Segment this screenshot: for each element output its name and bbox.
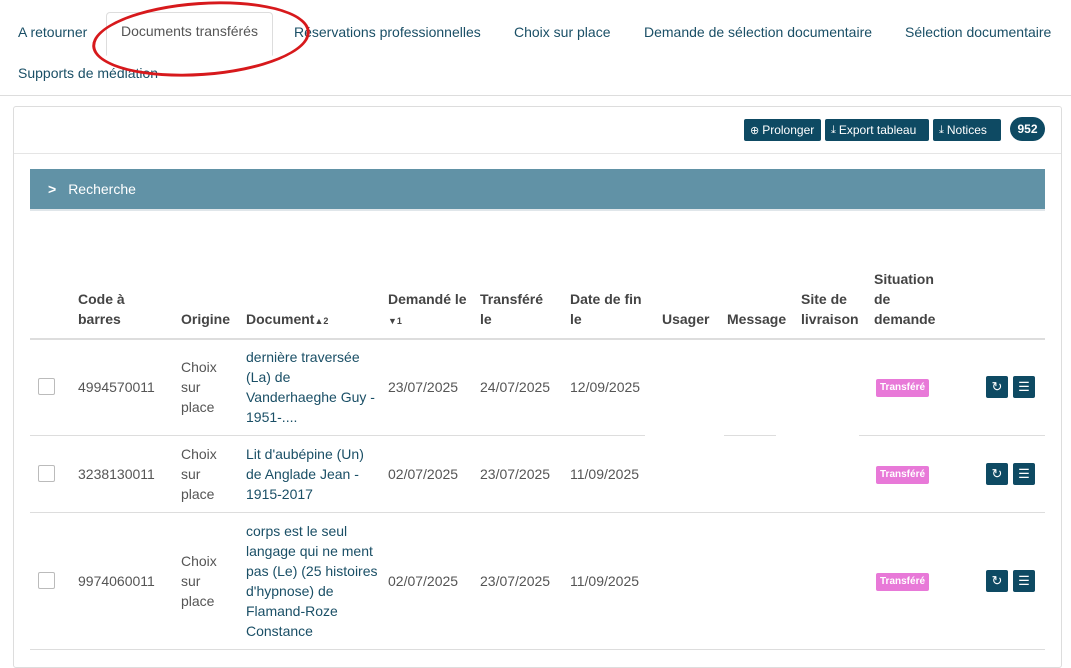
sort-order-2: 2 — [323, 316, 329, 326]
cell-demande: 23/07/2025 — [388, 379, 459, 395]
cell-origine: Choix sur place — [181, 359, 217, 415]
col-date-fin[interactable]: Date de fin le — [570, 289, 645, 329]
tab-choix-sur-place[interactable]: Choix sur place — [514, 24, 611, 40]
cell-document-link[interactable]: dernière traversée (La) de Vanderhaeghe … — [246, 347, 378, 427]
cell-date-fin: 11/09/2025 — [570, 466, 640, 482]
cell-code: 3238130011 — [78, 466, 155, 482]
cell-origine: Choix sur place — [181, 446, 217, 502]
cell-document-link[interactable]: Lit d'aubépine (Un) de Anglade Jean - 19… — [246, 444, 378, 504]
refresh-button[interactable]: ↻ — [986, 463, 1008, 485]
sort-desc-icon: ▼ — [388, 316, 397, 326]
export-label: Export tableau — [838, 123, 917, 137]
status-badge: Transféré — [876, 466, 930, 484]
tab-bar: A retourner Documents transférés Réserva… — [0, 0, 1071, 96]
refresh-button[interactable]: ↻ — [986, 376, 1008, 398]
cell-transfere: 24/07/2025 — [480, 379, 551, 395]
export-tableau-button[interactable]: ⤓ Export tableau — [825, 119, 929, 141]
cell-date-fin: 11/09/2025 — [570, 573, 640, 589]
refresh-icon: ↻ — [991, 466, 1003, 481]
col-site-livraison[interactable]: Site de livraison — [801, 289, 861, 329]
col-demande-label: Demandé le — [388, 291, 467, 307]
status-badge: Transféré — [876, 573, 930, 591]
cell-code: 9974060011 — [78, 573, 155, 589]
notices-button[interactable]: ⤓ Notices — [933, 119, 1001, 141]
download-icon: ⤓ — [831, 123, 836, 136]
status-badge: Transféré — [876, 379, 930, 397]
cell-origine: Choix sur place — [181, 553, 217, 609]
row-checkbox[interactable] — [38, 572, 55, 589]
cell-demande: 02/07/2025 — [388, 573, 459, 589]
refresh-button[interactable]: ↻ — [986, 570, 1008, 592]
row-divider — [30, 435, 645, 436]
details-button[interactable]: ☰ — [1013, 570, 1035, 592]
list-icon: ☰ — [1018, 466, 1030, 481]
details-button[interactable]: ☰ — [1013, 376, 1035, 398]
row-divider — [724, 435, 776, 436]
col-message[interactable]: Message — [727, 309, 786, 329]
row-checkbox[interactable] — [38, 378, 55, 395]
col-code[interactable]: Code à barres — [78, 289, 148, 329]
prolonger-button[interactable]: ⊕ Prolonger — [744, 119, 821, 141]
col-origine[interactable]: Origine — [181, 309, 230, 329]
main-panel: ⊕ Prolonger ⤓ Export tableau ⤓ Notices 9… — [13, 106, 1062, 668]
col-demande[interactable]: Demandé le ▼1 — [388, 289, 468, 331]
sort-order-1: 1 — [396, 316, 402, 326]
col-document-label: Document — [246, 311, 315, 327]
row-checkbox[interactable] — [38, 465, 55, 482]
details-button[interactable]: ☰ — [1013, 463, 1035, 485]
search-label: Recherche — [68, 181, 136, 197]
plus-circle-icon: ⊕ — [750, 124, 760, 137]
panel-toolbar: ⊕ Prolonger ⤓ Export tableau ⤓ Notices 9… — [14, 107, 1061, 154]
header-divider — [30, 338, 1045, 340]
tab-selection-documentaire[interactable]: Sélection documentaire — [905, 24, 1051, 40]
cell-demande: 02/07/2025 — [388, 466, 459, 482]
search-toggle[interactable]: > Recherche — [30, 169, 1045, 211]
notices-label: Notices — [946, 123, 987, 137]
list-icon: ☰ — [1018, 379, 1030, 394]
tab-supports-mediation[interactable]: Supports de médiation — [18, 65, 158, 81]
col-usager[interactable]: Usager — [662, 309, 709, 329]
row-divider — [859, 435, 1045, 436]
tab-demande-selection[interactable]: Demande de sélection documentaire — [644, 24, 872, 40]
prolonger-label: Prolonger — [762, 123, 815, 137]
tab-documents-transferes[interactable]: Documents transférés — [106, 12, 273, 56]
refresh-icon: ↻ — [991, 379, 1003, 394]
refresh-icon: ↻ — [991, 573, 1003, 588]
col-transfere[interactable]: Transféré le — [480, 289, 550, 329]
tab-a-retourner[interactable]: A retourner — [18, 24, 87, 40]
col-document[interactable]: Document▲2 — [246, 309, 328, 331]
col-situation[interactable]: Situation de demande — [874, 269, 944, 329]
list-icon: ☰ — [1018, 573, 1030, 588]
cell-code: 4994570011 — [78, 379, 155, 395]
download-icon: ⤓ — [939, 123, 944, 136]
cell-date-fin: 12/09/2025 — [570, 379, 641, 395]
tab-reservations-professionnelles[interactable]: Réservations professionnelles — [294, 24, 481, 40]
row-divider — [30, 649, 1045, 650]
count-badge: 952 — [1010, 117, 1045, 141]
cell-document-link[interactable]: corps est le seul langage qui ne ment pa… — [246, 521, 378, 641]
chevron-right-icon: > — [48, 181, 57, 197]
row-divider — [30, 512, 1045, 513]
cell-transfere: 23/07/2025 — [480, 573, 551, 589]
cell-transfere: 23/07/2025 — [480, 466, 551, 482]
